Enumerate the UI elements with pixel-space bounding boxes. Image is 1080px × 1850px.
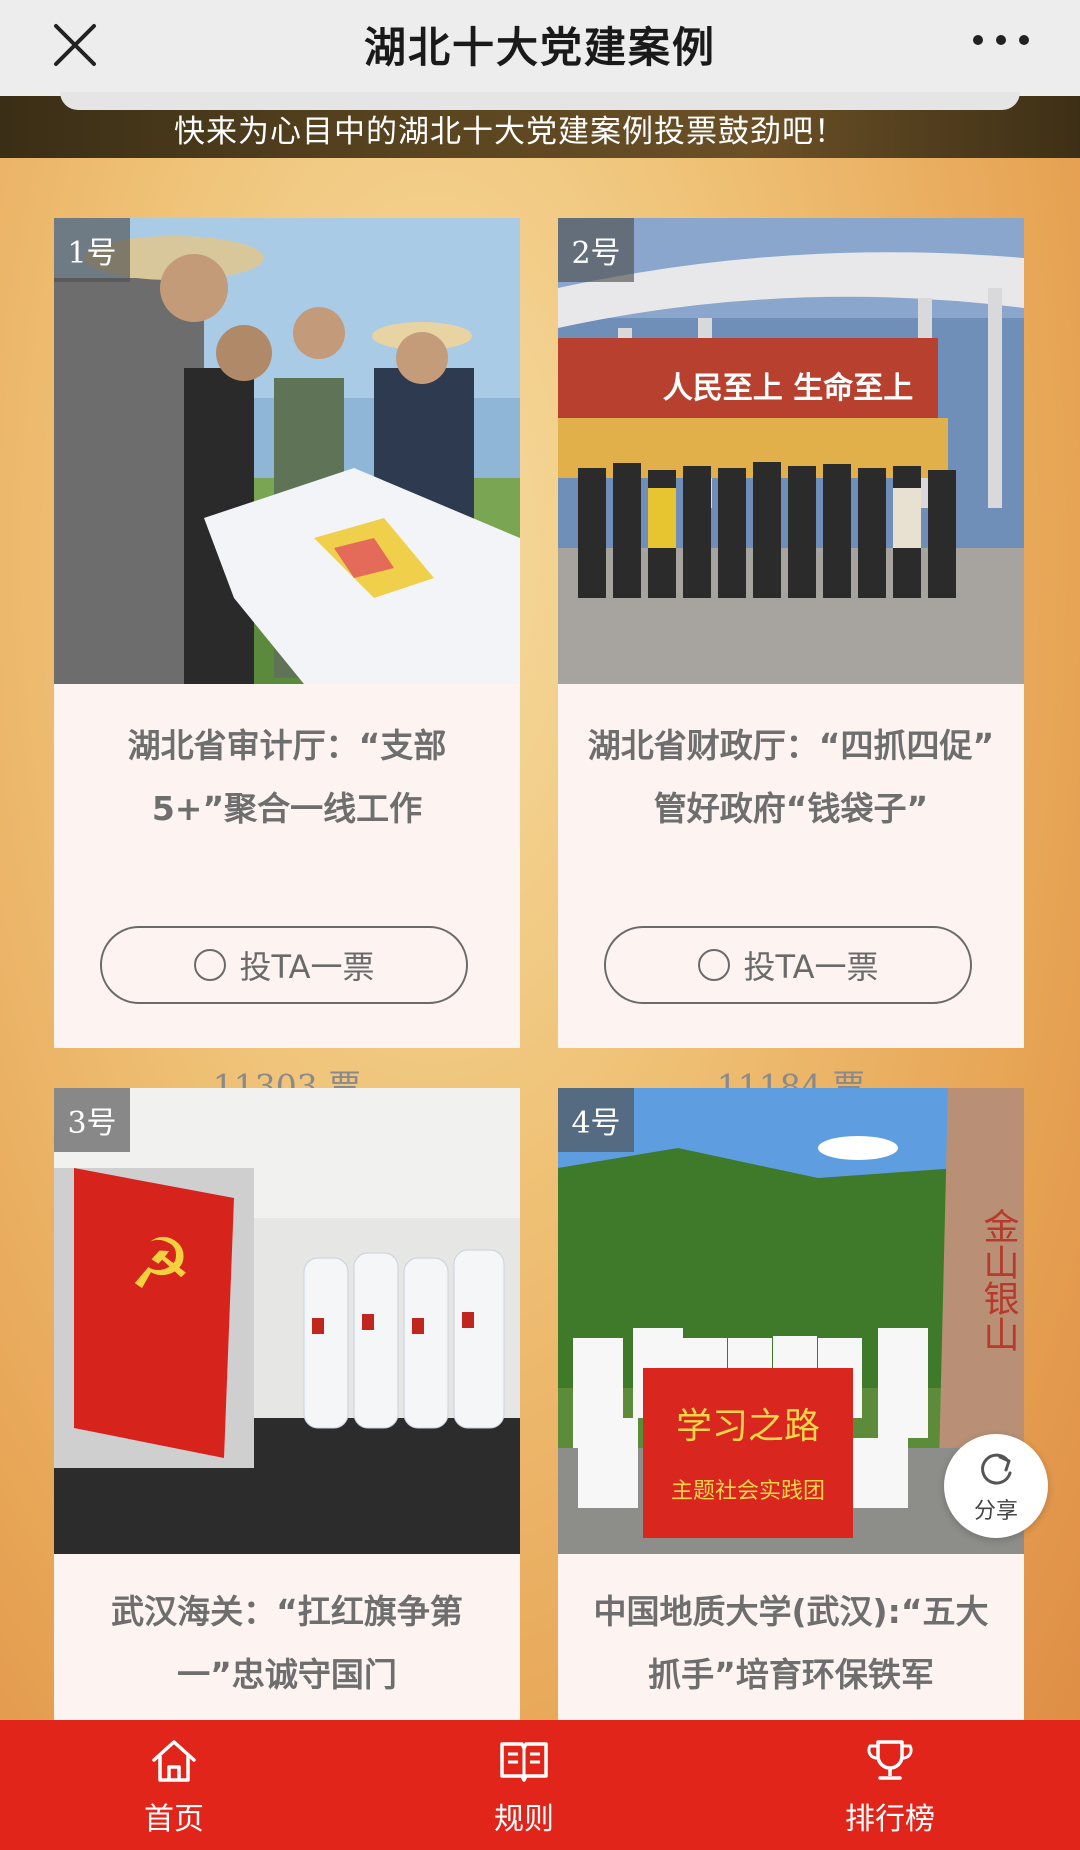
nav-item-home[interactable]: 首页 — [74, 1736, 274, 1838]
case-card-1[interactable]: 1号 湖北省审计厅：“支部5+”聚合一线工作 11303 票 — [54, 218, 520, 1106]
nav-label: 首页 — [144, 1802, 204, 1837]
vote-button-1[interactable]: 投TA一票 — [100, 926, 468, 1004]
case-card-2[interactable]: 人民至上 生命至上 2号 湖北省财政厅：“四抓四促” 管好政府“钱袋子” 111… — [558, 218, 1024, 1106]
radio-circle-icon — [193, 949, 226, 981]
top-bar: 湖北十大党建案例 — [0, 0, 1080, 97]
banner-text: 快来为心目中的湖北十大党建案例投票鼓劲吧！ — [174, 114, 846, 150]
case-photo-1 — [54, 218, 520, 684]
home-icon — [152, 1740, 196, 1782]
photo-rock-text: 金山银山 — [978, 1208, 1019, 1352]
case-number-badge: 4号 — [558, 1088, 634, 1152]
case-title: 湖北省审计厅：“支部5+”聚合一线工作 — [127, 726, 447, 828]
vote-button-label: 投TA一票 — [743, 948, 879, 986]
trophy-icon — [867, 1740, 913, 1780]
case-photo-2: 人民至上 生命至上 — [558, 218, 1024, 684]
vote-button-2[interactable]: 投TA一票 — [604, 926, 972, 1004]
nav-item-ranking[interactable]: 排行榜 — [790, 1736, 990, 1838]
share-icon — [981, 1453, 1012, 1485]
nav-label: 规则 — [494, 1802, 554, 1837]
share-label: 分享 — [973, 1499, 1018, 1524]
promo-banner: 快来为心目中的湖北十大党建案例投票鼓劲吧！ — [0, 92, 1080, 158]
share-button[interactable]: 分享 — [944, 1434, 1048, 1538]
case-number-badge: 2号 — [558, 218, 634, 282]
case-title: 中国地质大学(武汉):“五大抓手”培育环保铁军 — [593, 1592, 989, 1694]
case-card-3[interactable]: ☭ 3号 武汉海关：“扛红旗争第一”忠诚守国门 — [54, 1088, 520, 1720]
case-number-badge: 1号 — [54, 218, 130, 282]
book-icon — [500, 1742, 548, 1782]
photo-banner-text: 学习之路 — [676, 1406, 820, 1447]
more-icon[interactable] — [966, 30, 1036, 50]
case-photo-3: ☭ — [54, 1088, 520, 1554]
radio-circle-icon — [697, 949, 730, 981]
case-title: 武汉海关：“扛红旗争第一”忠诚守国门 — [111, 1592, 463, 1694]
vote-button-label: 投TA一票 — [239, 948, 375, 986]
photo-banner-subtext: 主题社会实践团 — [671, 1479, 825, 1504]
photo-sign-text: 人民至上 生命至上 — [663, 371, 913, 406]
bottom-nav: 首页 规则 排行榜 — [0, 1720, 1080, 1850]
page-title: 湖北十大党建案例 — [363, 23, 716, 72]
svg-text:☭: ☭ — [129, 1223, 192, 1305]
case-title: 湖北省财政厅：“四抓四促” 管好政府“钱袋子” — [587, 726, 995, 828]
nav-label: 排行榜 — [845, 1802, 935, 1837]
case-number-badge: 3号 — [54, 1088, 130, 1152]
nav-item-rules[interactable]: 规则 — [424, 1736, 624, 1838]
case-card-4[interactable]: 金山银山 学习之路 主题社会实践团 4号 中国地质大学(武汉):“五大抓手”培育… — [558, 1088, 1024, 1720]
